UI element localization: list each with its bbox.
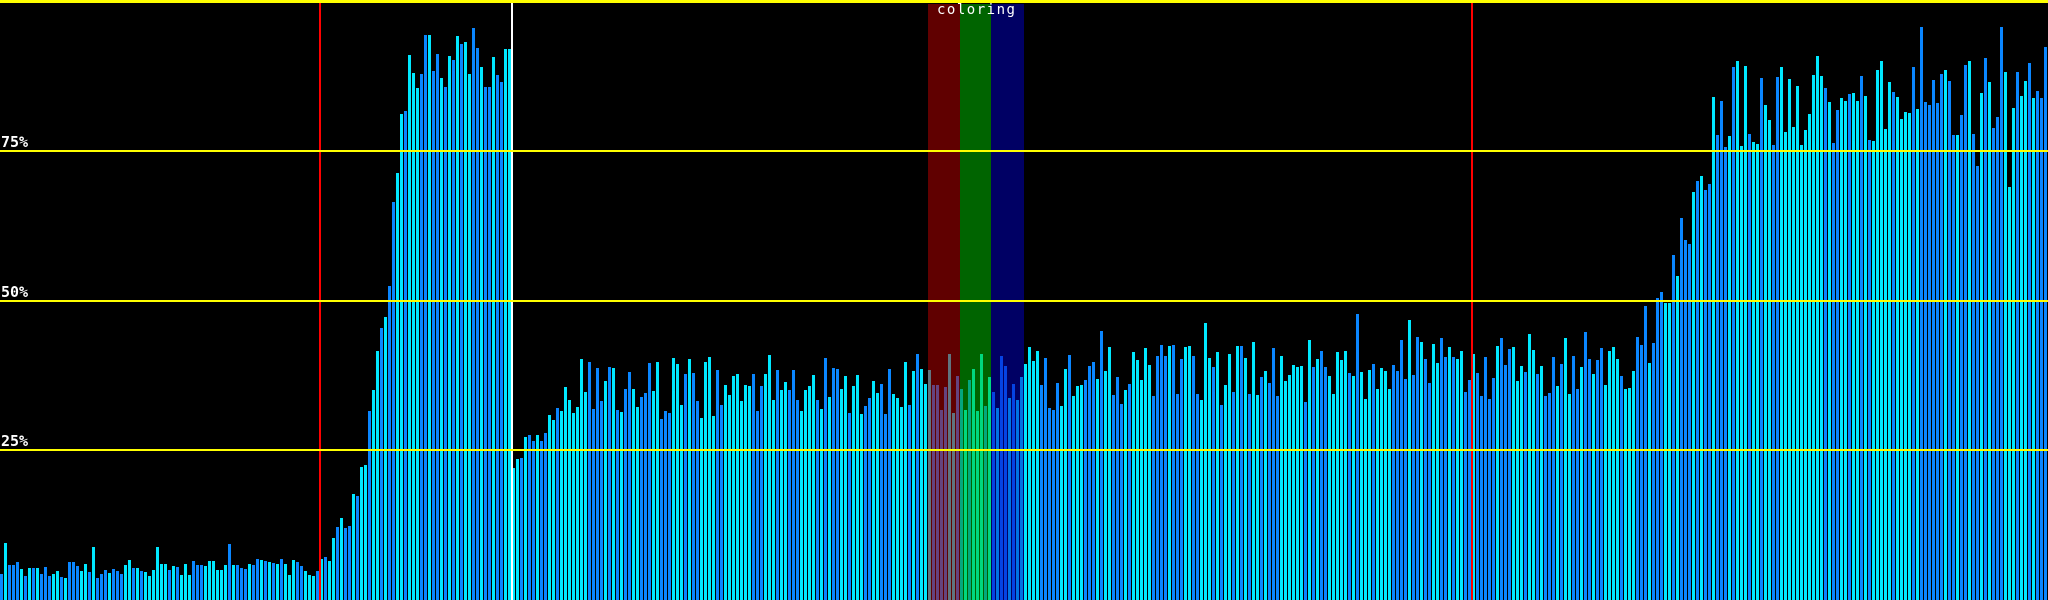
labels-layer: coloring 75% 50% 25% bbox=[0, 0, 2048, 600]
y-tick-label-25: 25% bbox=[1, 432, 29, 450]
y-tick-label-75: 75% bbox=[1, 133, 29, 151]
coloring-band-label: coloring bbox=[937, 2, 1017, 18]
y-tick-label-50: 50% bbox=[1, 283, 29, 301]
usage-timeline-chart: coloring 75% 50% 25% bbox=[0, 0, 2048, 600]
